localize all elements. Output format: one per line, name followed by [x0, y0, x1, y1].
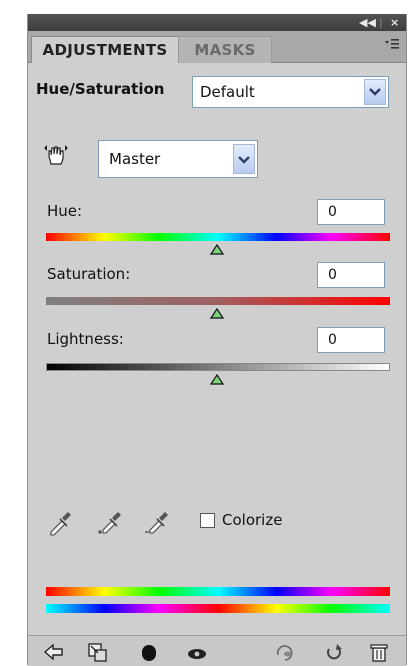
hue-slider-track[interactable]: [46, 233, 390, 241]
input-color-spectrum: [46, 587, 390, 596]
panel-menu-icon[interactable]: [384, 37, 400, 53]
reset-icon[interactable]: [323, 641, 345, 663]
saturation-slider-thumb[interactable]: [210, 308, 224, 319]
eyedropper-icon[interactable]: [47, 510, 73, 536]
hue-slider-thumb[interactable]: [210, 244, 224, 255]
lightness-slider-track[interactable]: [46, 363, 390, 371]
colorize-label[interactable]: Colorize: [222, 511, 282, 529]
colorize-checkbox[interactable]: [200, 513, 215, 528]
back-arrow-icon[interactable]: [42, 641, 64, 663]
targeted-adjustment-hand-icon[interactable]: [43, 142, 69, 172]
eyedropper-subtract-icon[interactable]: [144, 510, 170, 536]
preset-value: Default: [200, 83, 255, 101]
close-icon[interactable]: ×: [390, 15, 399, 30]
panel-titlebar: ◀◀ | ×: [28, 14, 406, 31]
tab-bar: ADJUSTMENTS MASKS: [28, 31, 406, 63]
expand-view-icon[interactable]: [86, 641, 108, 663]
adjustments-panel: ◀◀ | × ADJUSTMENTS MASKS Hue/Saturation …: [27, 14, 407, 666]
adjustment-name: Hue/Saturation: [36, 80, 165, 98]
hue-input[interactable]: 0: [317, 199, 385, 225]
channel-value: Master: [109, 150, 161, 168]
saturation-slider-track[interactable]: [46, 297, 390, 305]
trash-icon[interactable]: [368, 641, 390, 663]
tab-adjustments[interactable]: ADJUSTMENTS: [31, 36, 179, 63]
preset-dropdown[interactable]: Default: [192, 76, 389, 108]
panel-bottom-toolbar: [28, 635, 406, 666]
lightness-input[interactable]: 0: [317, 327, 385, 353]
channel-dropdown[interactable]: Master: [98, 140, 258, 178]
output-color-spectrum: [46, 604, 390, 613]
lightness-label: Lightness:: [47, 330, 124, 348]
visibility-eye-icon[interactable]: [186, 641, 208, 663]
hue-label: Hue:: [47, 202, 83, 220]
previous-state-icon[interactable]: [274, 641, 296, 663]
collapse-icon[interactable]: ◀◀: [359, 15, 376, 30]
titlebar-divider: |: [379, 16, 383, 29]
saturation-label: Saturation:: [47, 265, 131, 283]
chevron-down-icon[interactable]: [233, 144, 255, 174]
eyedropper-add-icon[interactable]: [97, 510, 123, 536]
lightness-slider-thumb[interactable]: [210, 374, 224, 385]
saturation-input[interactable]: 0: [317, 262, 385, 288]
chevron-down-icon[interactable]: [364, 79, 386, 105]
layer-mask-icon[interactable]: [138, 641, 160, 663]
tab-masks[interactable]: MASKS: [178, 36, 272, 63]
